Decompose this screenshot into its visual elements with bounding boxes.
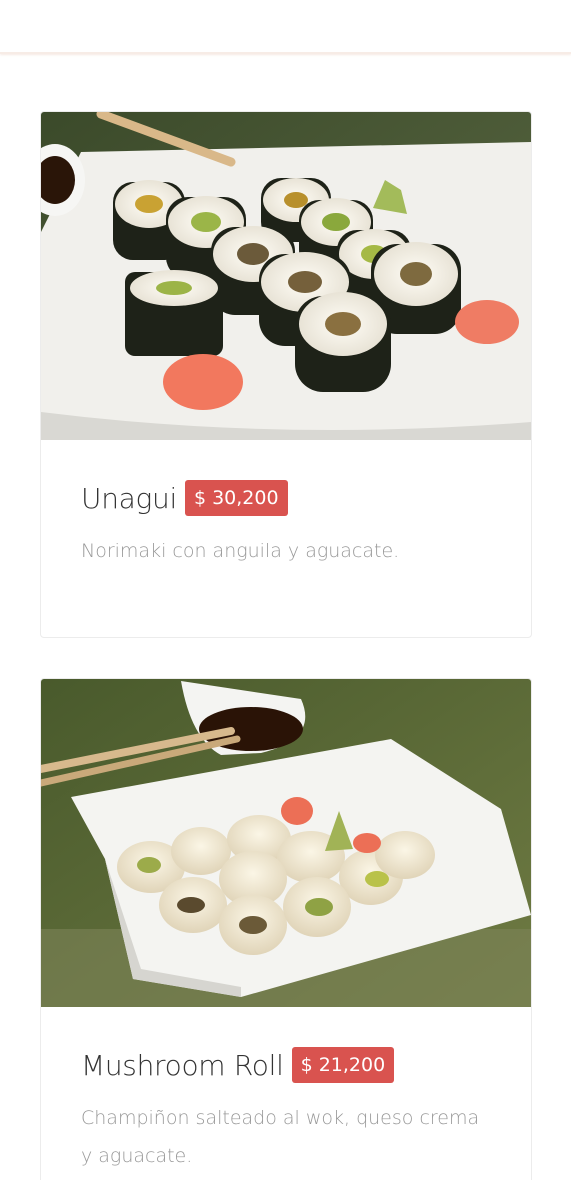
unagui-sushi-photo — [41, 112, 531, 440]
mushroom-roll-photo — [41, 679, 531, 1007]
price-badge: $ 30,200 — [184, 480, 288, 516]
item-description: Norimaki con anguila y aguacate. — [81, 540, 400, 562]
menu-item-card[interactable]: Mushroom Roll $ 21,200 Champiñon saltead… — [40, 678, 532, 1180]
menu-item-body: Unagui $ 30,200 Norimaki con anguila y a… — [41, 440, 531, 570]
item-title: Mushroom Roll — [81, 1048, 284, 1082]
price-badge: $ 21,200 — [291, 1047, 395, 1083]
menu-item-card[interactable]: Unagui $ 30,200 Norimaki con anguila y a… — [40, 111, 532, 638]
item-title: Unagui — [81, 481, 177, 515]
menu-item-body: Mushroom Roll $ 21,200 Champiñon saltead… — [41, 1007, 531, 1175]
title-row: Unagui $ 30,200 — [81, 480, 491, 516]
item-description: Champiñon salteado al wok, queso crema y… — [81, 1107, 480, 1167]
title-row: Mushroom Roll $ 21,200 — [81, 1047, 491, 1083]
top-bar — [0, 0, 571, 54]
